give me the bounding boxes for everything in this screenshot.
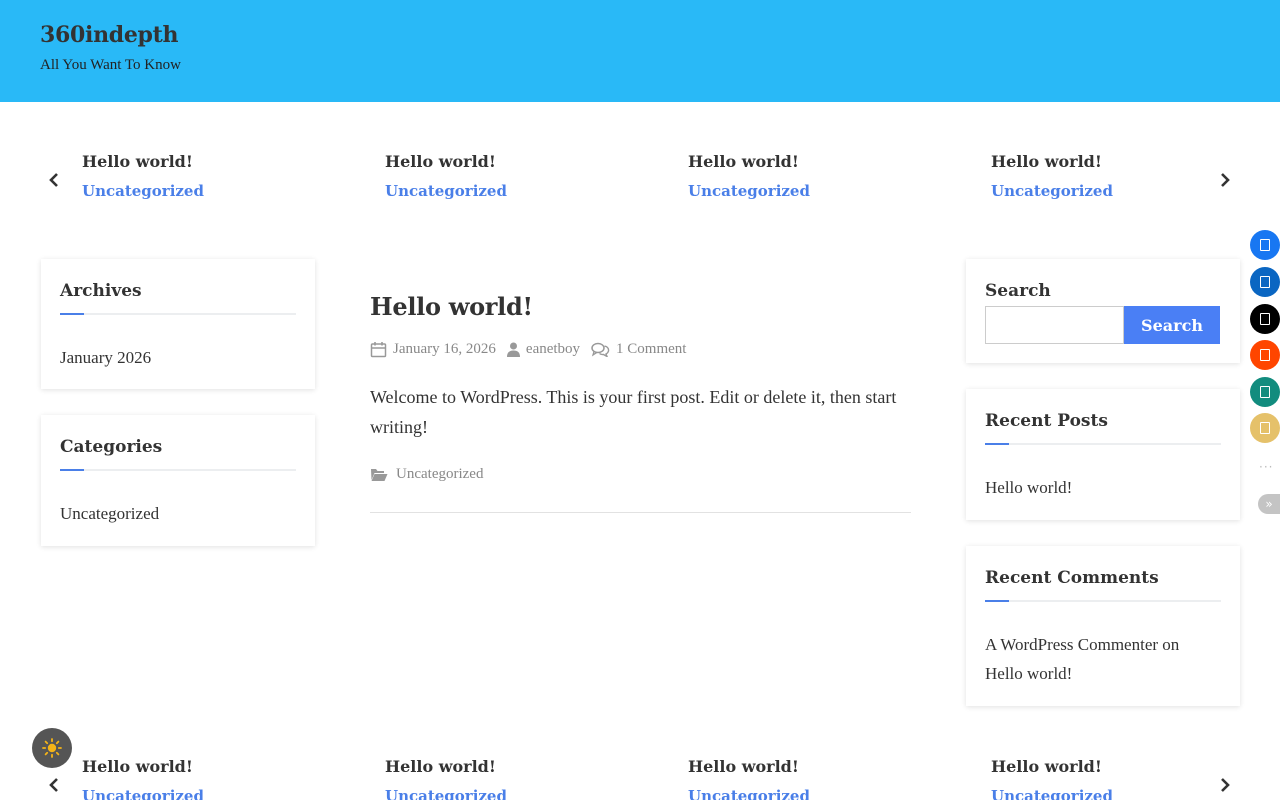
carousel-item: Hello world! Uncategorized [991,755,1113,800]
carousel-item: Hello world! Uncategorized [385,150,507,202]
carousel-prev-button[interactable] [44,775,64,795]
widget-divider [60,469,296,471]
widget-title: Archives [60,281,142,301]
carousel-item-title[interactable]: Hello world! [82,755,204,779]
carousel-item-category[interactable]: Uncategorized [82,785,204,800]
recent-posts-widget: Recent Posts Hello world! [966,389,1240,520]
recent-post-link[interactable]: Hello world! [985,478,1072,497]
comment-post-link[interactable]: Hello world! [985,664,1072,683]
carousel-item-title[interactable]: Hello world! [385,755,507,779]
whatsapp-share-button[interactable] [1250,377,1280,407]
carousel-next-button[interactable] [1215,775,1235,795]
carousel-item: Hello world! Uncategorized [688,150,810,202]
post-carousel-bottom: Hello world! Uncategorized Hello world! … [0,755,1280,800]
recent-posts-list: Hello world! [985,473,1221,502]
widget-title: Categories [60,437,163,457]
site-title[interactable]: 360indepth [40,22,179,48]
linkedin-icon [1260,276,1270,288]
post-title[interactable]: Hello world! [370,290,911,324]
carousel-item-title[interactable]: Hello world! [688,755,810,779]
carousel-item-title[interactable]: Hello world! [991,755,1113,779]
chevron-left-icon [49,173,58,187]
widget-title: Recent Posts [985,411,1108,431]
facebook-share-button[interactable] [1250,230,1280,260]
post-article: Hello world! January 16, 2026 eanetboy 1… [370,290,911,513]
categories-widget: Categories Uncategorized [41,415,315,546]
carousel-item: Hello world! Uncategorized [991,150,1113,202]
carousel-item: Hello world! Uncategorized [82,150,204,202]
carousel-prev-button[interactable] [44,170,64,190]
post-separator [370,512,911,513]
widget-title: Recent Comments [985,568,1159,588]
carousel-item-category[interactable]: Uncategorized [991,180,1113,202]
chevron-right-icon [1221,173,1230,187]
site-header: 360indepth All You Want To Know [0,0,1280,102]
x-share-button[interactable] [1250,304,1280,334]
comment-author-link[interactable]: A WordPress Commenter [985,635,1158,654]
carousel-item-title[interactable]: Hello world! [385,150,507,174]
post-categories: Uncategorized [370,466,911,483]
post-comments-link[interactable]: 1 Comment [616,341,686,358]
archive-link[interactable]: January 2026 [60,348,151,367]
user-icon [506,342,520,357]
widget-divider [60,313,296,315]
carousel-item: Hello world! Uncategorized [82,755,204,800]
whatsapp-icon [1260,386,1270,398]
carousel-item-category[interactable]: Uncategorized [385,180,507,202]
category-link[interactable]: Uncategorized [60,504,159,523]
recent-comments-widget: Recent Comments A WordPress Commenter on… [966,546,1240,706]
theme-toggle-button[interactable] [32,728,72,768]
share-more-button[interactable]: ··· [1259,460,1273,474]
archive-list: January 2026 [60,343,296,372]
folder-icon [371,468,388,481]
email-share-button[interactable] [1250,413,1280,443]
category-list: Uncategorized [60,499,296,528]
email-icon [1260,422,1270,434]
carousel-item-title[interactable]: Hello world! [991,150,1113,174]
post-date: January 16, 2026 [370,341,496,358]
carousel-item-title[interactable]: Hello world! [82,150,204,174]
carousel-item-category[interactable]: Uncategorized [688,785,810,800]
search-widget: Search Search [966,259,1240,363]
carousel-item: Hello world! Uncategorized [385,755,507,800]
widget-title: Search [985,281,1051,301]
site-tagline: All You Want To Know [40,57,181,73]
post-carousel-top: Hello world! Uncategorized Hello world! … [0,150,1280,220]
search-form: Search [985,306,1221,344]
linkedin-share-button[interactable] [1250,267,1280,297]
calendar-icon [370,342,387,358]
carousel-item-title[interactable]: Hello world! [688,150,810,174]
chevron-right-icon [1221,778,1230,792]
post-comments: 1 Comment [591,341,686,358]
sun-icon [42,738,62,758]
carousel-next-button[interactable] [1215,170,1235,190]
facebook-icon [1260,239,1270,251]
carousel-item-category[interactable]: Uncategorized [385,785,507,800]
post-meta: January 16, 2026 eanetboy 1 Comment [370,341,911,358]
archives-widget: Archives January 2026 [41,259,315,389]
chevron-left-icon [49,778,58,792]
post-content: Welcome to WordPress. This is your first… [370,387,897,437]
x-twitter-icon [1260,313,1270,325]
reddit-icon [1260,349,1270,361]
widget-divider [985,600,1221,602]
share-collapse-button[interactable]: » [1258,494,1280,514]
comment-on-word: on [1162,635,1180,654]
post-author: eanetboy [506,341,580,358]
post-date-link[interactable]: January 16, 2026 [393,341,496,358]
search-button[interactable]: Search [1124,306,1220,344]
post-author-link[interactable]: eanetboy [526,341,580,358]
comments-icon [591,342,610,357]
reddit-share-button[interactable] [1250,340,1280,370]
search-input[interactable] [985,306,1124,344]
carousel-item: Hello world! Uncategorized [688,755,810,800]
recent-comment-item: A WordPress Commenter on Hello world! [985,630,1221,688]
widget-divider [985,443,1221,445]
carousel-item-category[interactable]: Uncategorized [991,785,1113,800]
carousel-item-category[interactable]: Uncategorized [82,180,204,202]
post-category-link[interactable]: Uncategorized [396,466,483,483]
carousel-item-category[interactable]: Uncategorized [688,180,810,202]
